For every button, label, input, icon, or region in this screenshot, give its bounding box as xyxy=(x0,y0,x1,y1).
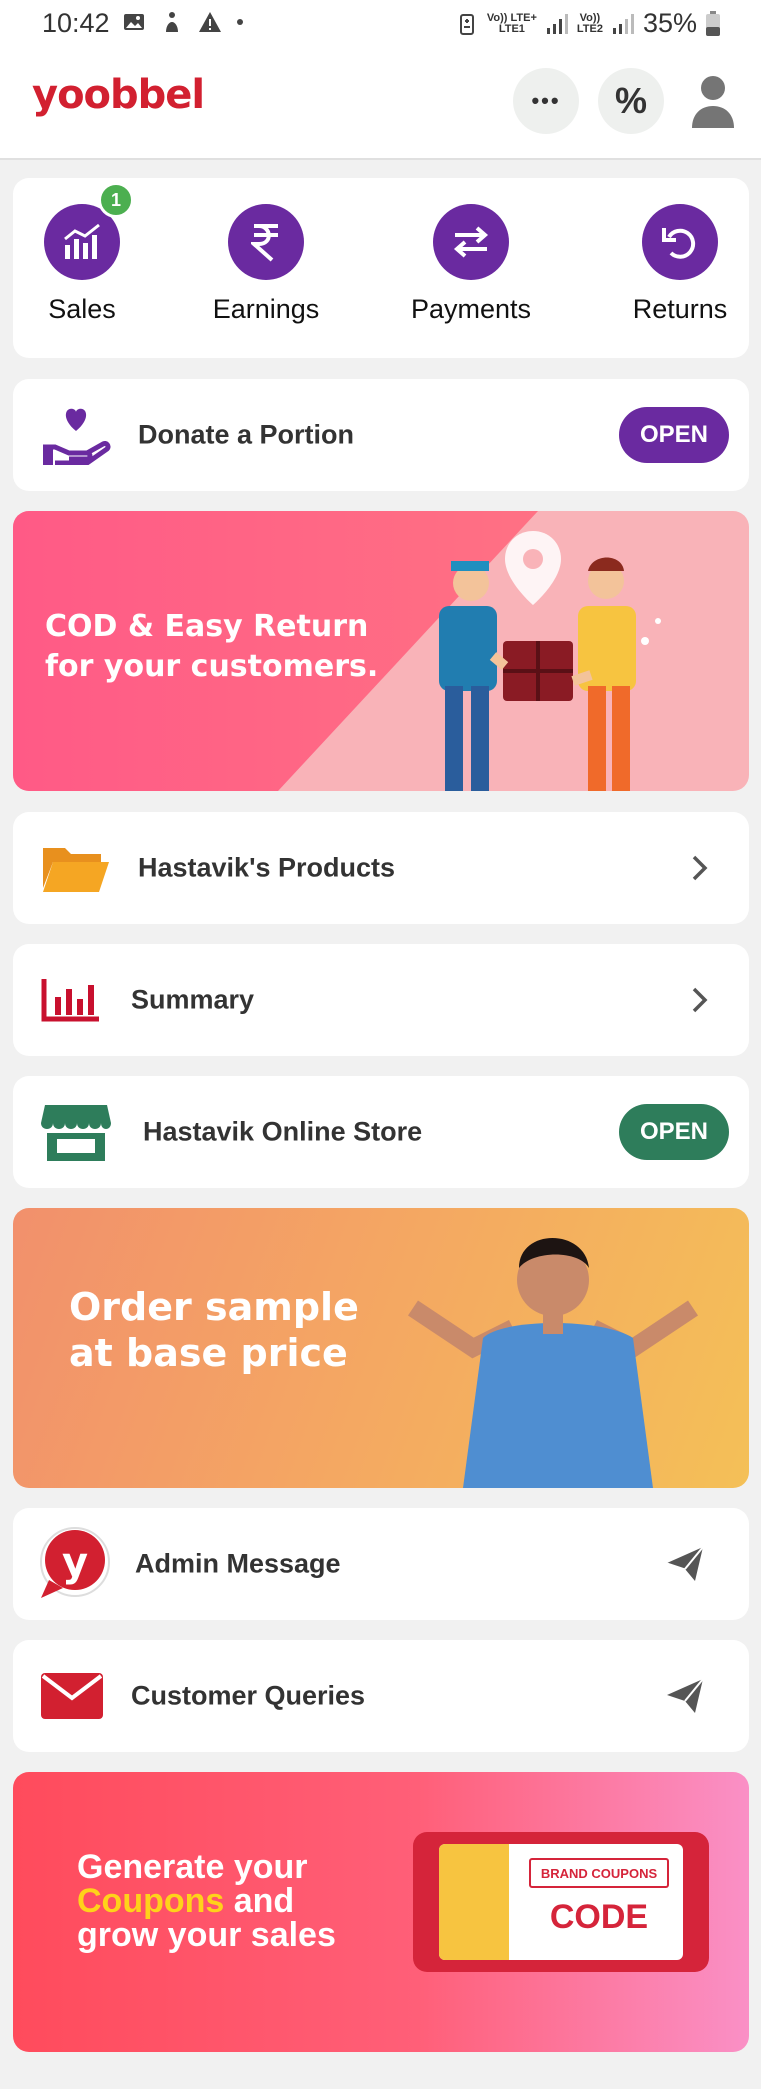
accessibility-icon xyxy=(166,12,178,32)
returns-button[interactable]: Returns xyxy=(610,204,750,325)
admin-message-label: Admin Message xyxy=(135,1548,341,1579)
undo-icon xyxy=(662,228,696,259)
yoobbel-chat-logo-icon: y xyxy=(40,1527,110,1598)
more-icon: ••• xyxy=(531,88,561,113)
generate-coupons-banner[interactable]: Generate your Coupons and grow your sale… xyxy=(13,1772,749,2052)
percent-icon: % xyxy=(614,80,647,121)
svg-text:y: y xyxy=(62,1540,88,1586)
signal-icon xyxy=(612,13,634,34)
battery-icon xyxy=(706,10,720,36)
coupons-banner-text: Generate your Coupons and grow your sale… xyxy=(77,1848,336,1954)
customer-queries-row[interactable]: Customer Queries xyxy=(13,1640,749,1752)
quick-actions-card: 1 Sales Earnings Payments Returns xyxy=(13,178,749,358)
network-lte2: Vo)) LTE2 xyxy=(576,11,603,35)
image-icon xyxy=(124,14,144,30)
admin-message-row[interactable]: y Admin Message xyxy=(13,1508,749,1620)
sales-button[interactable]: 1 Sales xyxy=(12,182,152,325)
coupon-code-label: CODE xyxy=(549,1898,649,1936)
donate-open-button[interactable]: OPEN xyxy=(619,407,729,463)
brand-coupons-label: BRAND COUPONS xyxy=(529,1858,669,1888)
yoobbel-logo: yoobbel xyxy=(32,72,205,118)
network-lte1: Vo)) LTE+ LTE1 xyxy=(486,11,537,35)
donate-label: Donate a Portion xyxy=(138,419,355,450)
coupon-ticket-stub xyxy=(439,1844,509,1960)
dot-icon xyxy=(237,19,243,25)
payments-label: Payments xyxy=(410,294,532,324)
discount-button[interactable]: % xyxy=(598,68,664,134)
summary-row[interactable]: Summary xyxy=(13,944,749,1056)
status-time: 10:42 xyxy=(42,8,110,38)
order-sample-banner[interactable]: Order sample at base price xyxy=(13,1208,749,1488)
battery-percent: 35% xyxy=(642,8,697,38)
warning-icon xyxy=(199,12,221,32)
mail-icon xyxy=(41,1673,103,1719)
customer-queries-label: Customer Queries xyxy=(131,1680,366,1711)
payments-button[interactable]: Payments xyxy=(401,204,541,325)
sales-badge: 1 xyxy=(98,182,134,218)
returns-label: Returns xyxy=(632,294,728,324)
more-button[interactable]: ••• xyxy=(513,68,579,134)
cod-banner-text: COD & Easy Return for your customers. xyxy=(45,609,379,684)
online-store-label: Hastavik Online Store xyxy=(143,1116,423,1147)
app-bar: yoobbel ••• % xyxy=(0,48,761,160)
signal-icon xyxy=(546,13,568,34)
coupon-ticket-illustration: BRAND COUPONS CODE xyxy=(413,1832,709,1972)
earnings-label: Earnings xyxy=(212,294,320,324)
send-icon[interactable] xyxy=(665,1677,705,1715)
chevron-right-icon xyxy=(692,987,708,1013)
chevron-right-icon xyxy=(692,855,708,881)
products-row[interactable]: Hastavik's Products xyxy=(13,812,749,924)
products-label: Hastavik's Products xyxy=(138,852,396,883)
woman-illustration xyxy=(408,1238,698,1488)
folder-icon xyxy=(43,848,109,892)
sales-chart-icon xyxy=(64,223,100,259)
rupee-icon xyxy=(251,224,278,262)
send-icon[interactable] xyxy=(665,1545,705,1583)
order-sample-text: Order sample at base price xyxy=(69,1285,359,1375)
cod-easy-return-banner[interactable]: COD & Easy Return for your customers. xyxy=(13,511,749,791)
earnings-button[interactable]: Earnings xyxy=(196,204,336,325)
summary-label: Summary xyxy=(131,984,255,1015)
delivery-illustration xyxy=(439,531,661,791)
sales-label: Sales xyxy=(48,294,116,324)
profile-icon[interactable] xyxy=(690,74,736,128)
donate-heart-hand-icon xyxy=(43,408,111,465)
bar-chart-icon xyxy=(41,979,99,1022)
swap-arrows-icon xyxy=(453,226,489,258)
online-store-row[interactable]: Hastavik Online Store OPEN xyxy=(13,1076,749,1188)
battery-saver-icon xyxy=(459,13,474,35)
store-icon xyxy=(41,1105,111,1161)
donate-row[interactable]: Donate a Portion OPEN xyxy=(13,379,749,491)
online-store-open-button[interactable]: OPEN xyxy=(619,1104,729,1160)
status-bar: 10:42 Vo)) LTE+ LTE1 Vo)) LTE2 35% xyxy=(0,0,761,48)
